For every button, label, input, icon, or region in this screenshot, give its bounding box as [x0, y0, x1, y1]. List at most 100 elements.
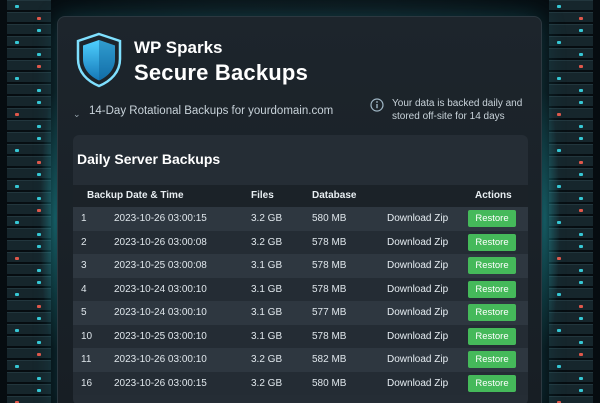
rack-led — [15, 185, 19, 188]
card-title: Daily Server Backups — [77, 151, 221, 167]
row-number: 3 — [81, 260, 87, 271]
row-number: 2 — [81, 236, 87, 248]
rack-unit — [549, 384, 593, 394]
rack-led — [557, 41, 561, 44]
backup-date: 2023-10-26 03:00:10 — [114, 354, 207, 365]
backup-date: 2023-10-25 03:00:08 — [114, 260, 207, 271]
rack-led — [557, 77, 561, 80]
database-size: 577 MB — [312, 307, 347, 318]
table-header: Backup Date & Time Files Database Action… — [73, 185, 528, 207]
files-size: 3.2 GB — [251, 236, 283, 248]
rack-unit — [549, 24, 593, 34]
rack-unit — [7, 372, 51, 382]
table-row: 10 2023-10-25 03:00:10 3.1 GB 578 MB Downloa… — [73, 324, 528, 348]
page-title: Secure Backups — [134, 60, 308, 85]
rack-led — [579, 353, 583, 356]
rack-unit — [7, 0, 51, 10]
rack-led — [579, 161, 583, 164]
rack-led — [579, 305, 583, 308]
rack-led — [37, 17, 41, 20]
download-zip-link[interactable]: Download Zip — [387, 307, 448, 318]
table-row: 11 2023-10-26 03:00:10 3.2 GB 582 MB Downloa… — [73, 348, 528, 372]
rack-led — [579, 281, 583, 284]
rack-unit — [7, 384, 51, 394]
files-size: 3.1 GB — [251, 283, 283, 295]
restore-button[interactable]: Restore — [468, 304, 516, 321]
rack-unit — [7, 60, 51, 70]
restore-button[interactable]: Restore — [468, 257, 516, 274]
rack-unit — [549, 360, 593, 370]
download-zip-link[interactable]: Download Zip — [387, 284, 448, 295]
rack-led — [579, 377, 583, 380]
rack-led — [37, 29, 41, 32]
rack-unit — [7, 360, 51, 370]
rack-led — [37, 353, 41, 356]
rack-led — [15, 5, 19, 8]
download-zip-link[interactable]: Download Zip — [387, 331, 448, 342]
download-zip-link[interactable]: Download Zip — [387, 378, 448, 389]
files-size: 3.1 GB — [251, 260, 283, 271]
brand-name: WP Sparks — [134, 38, 223, 57]
restore-button[interactable]: Restore — [468, 374, 516, 392]
col-header-database: Database — [312, 190, 357, 201]
table-row: 16 2023-10-26 03:00:15 3.2 GB 580 MB Downloa… — [73, 371, 528, 395]
rack-led — [579, 29, 583, 32]
col-header-date: Backup Date & Time — [87, 190, 184, 201]
restore-button[interactable]: Restore — [468, 351, 516, 368]
download-zip-link[interactable]: Download Zip — [387, 237, 448, 248]
backups-card: Daily Server Backups Backup Date & Time … — [73, 135, 528, 403]
table-row: 1 2023-10-26 03:00:15 3.2 GB 580 MB Download… — [73, 207, 528, 231]
database-size: 578 MB — [312, 236, 347, 248]
rack-unit — [549, 12, 593, 22]
rack-led — [15, 113, 19, 116]
rack-unit — [549, 36, 593, 46]
rack-unit — [549, 396, 593, 403]
restore-button[interactable]: Restore — [468, 210, 516, 227]
database-size: 580 MB — [312, 377, 347, 389]
rack-unit — [549, 60, 593, 70]
download-zip-link[interactable]: Download Zip — [387, 354, 448, 365]
rack-led — [579, 209, 583, 212]
rack-unit — [7, 396, 51, 403]
rack-unit — [7, 24, 51, 34]
rack-led — [37, 377, 41, 380]
shield-icon — [76, 32, 122, 88]
rack-led — [579, 101, 583, 104]
download-zip-link[interactable]: Download Zip — [387, 213, 448, 224]
download-zip-link[interactable]: Download Zip — [387, 260, 448, 271]
rack-led — [15, 293, 19, 296]
rack-led — [579, 317, 583, 320]
backup-date: 2023-10-25 03:00:10 — [114, 330, 207, 342]
rack-led — [579, 245, 583, 248]
files-size: 3.1 GB — [251, 307, 283, 318]
table-row: 4 2023-10-24 03:00:10 3.1 GB 578 MB Download… — [73, 277, 528, 301]
rack-led — [557, 365, 561, 368]
rack-led — [579, 137, 583, 140]
rack-led — [579, 269, 583, 272]
backup-date: 2023-10-26 03:00:08 — [114, 236, 207, 248]
table-row: 3 2023-10-25 03:00:08 3.1 GB 578 MB Download… — [73, 254, 528, 278]
row-number: 4 — [81, 283, 87, 295]
backups-panel: WP Sparks Secure Backups ⌄ 14-Day Rotati… — [57, 16, 542, 403]
rack-led — [15, 329, 19, 332]
col-header-actions: Actions — [475, 190, 512, 201]
backup-date: 2023-10-26 03:00:15 — [114, 213, 207, 224]
rack-led — [15, 41, 19, 44]
rack-unit — [549, 48, 593, 58]
files-size: 3.1 GB — [251, 330, 283, 342]
rack-led — [579, 89, 583, 92]
backup-date: 2023-10-26 03:00:15 — [114, 377, 207, 389]
rack-unit — [549, 72, 593, 82]
table-row: 5 2023-10-24 03:00:10 3.1 GB 577 MB Download… — [73, 301, 528, 325]
rack-led — [37, 53, 41, 56]
rack-led — [579, 17, 583, 20]
rack-led — [37, 65, 41, 68]
rack-unit — [7, 12, 51, 22]
row-number: 16 — [81, 377, 93, 389]
restore-button[interactable]: Restore — [468, 280, 516, 298]
files-size: 3.2 GB — [251, 354, 283, 365]
row-number: 1 — [81, 213, 87, 224]
rack-led — [579, 341, 583, 344]
restore-button[interactable]: Restore — [468, 233, 516, 251]
restore-button[interactable]: Restore — [468, 327, 516, 345]
